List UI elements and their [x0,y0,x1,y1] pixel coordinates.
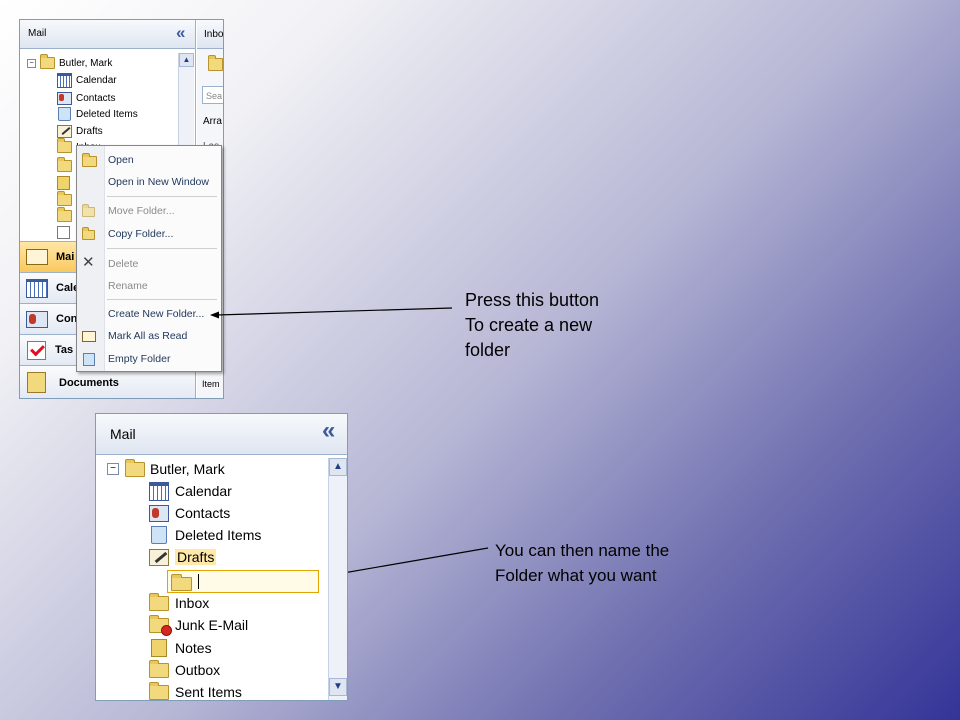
bottom-pane-header: Mail « [96,414,347,455]
tree-item-label: Deleted Items [175,527,262,543]
tree-item-junk-email[interactable]: Junk E-Mail [149,614,249,636]
bottom-mail-pane: Mail « − Butler, Mark Calendar Contacts … [95,413,348,701]
tree-item-outbox[interactable]: Outbox [149,659,221,680]
calendar-icon [149,481,169,501]
tree-item-label: Sent Items [175,684,242,700]
notes-icon [151,639,167,657]
new-folder-icon [171,574,192,591]
outbox-icon [149,659,169,678]
deleted-items-icon [151,526,167,544]
callout-line: Folder what you want [495,566,657,585]
tree-item-label: Inbox [175,595,210,611]
tree-item-contacts[interactable]: Contacts [149,503,230,523]
junk-email-icon [149,614,172,636]
sent-items-icon [149,681,169,700]
scroll-down-button[interactable]: ▼ [329,678,347,696]
callout-line: Press this button [465,290,600,310]
tree-scrollbar[interactable]: ▲ ▼ [328,458,347,700]
tree-item-label: Notes [175,640,212,656]
collapse-tree-icon[interactable]: − [107,463,119,475]
tree-item-label: Junk E-Mail [175,617,249,633]
contacts-icon [149,504,169,522]
tree-item-label: Drafts [175,549,217,565]
tree-item-sent-items[interactable]: Sent Items [149,681,242,700]
tree-item-notes[interactable]: Notes [149,638,212,658]
inbox-icon [149,592,169,611]
tree-item-label: Outbox [175,662,221,678]
text-cursor [198,574,199,589]
callout-text-1: Press this button To create a new folder [465,288,599,363]
pane-title: Mail [110,426,136,442]
tree-item-deleted-items[interactable]: Deleted Items [149,525,261,545]
tree-item-label: Calendar [175,483,232,499]
mailbox-folder-icon [125,458,145,477]
collapse-pane-icon[interactable]: « [322,417,335,445]
callout-line: You can then name the [495,541,670,560]
scroll-up-button[interactable]: ▲ [329,458,347,476]
callout-line: folder [465,340,511,360]
tree-root-label: Butler, Mark [150,461,225,477]
drafts-icon [149,548,169,566]
new-folder-name-field[interactable] [167,570,319,593]
callout-text-2: You can then name the Folder what you wa… [495,538,669,588]
tree-item-inbox[interactable]: Inbox [149,592,210,613]
callout-line: To create a new [465,315,593,335]
tree-item-drafts[interactable]: Drafts [149,547,217,567]
tree-item-calendar[interactable]: Calendar [149,481,232,501]
tree-item-label: Contacts [175,505,231,521]
tree-root[interactable]: − Butler, Mark [107,458,225,479]
